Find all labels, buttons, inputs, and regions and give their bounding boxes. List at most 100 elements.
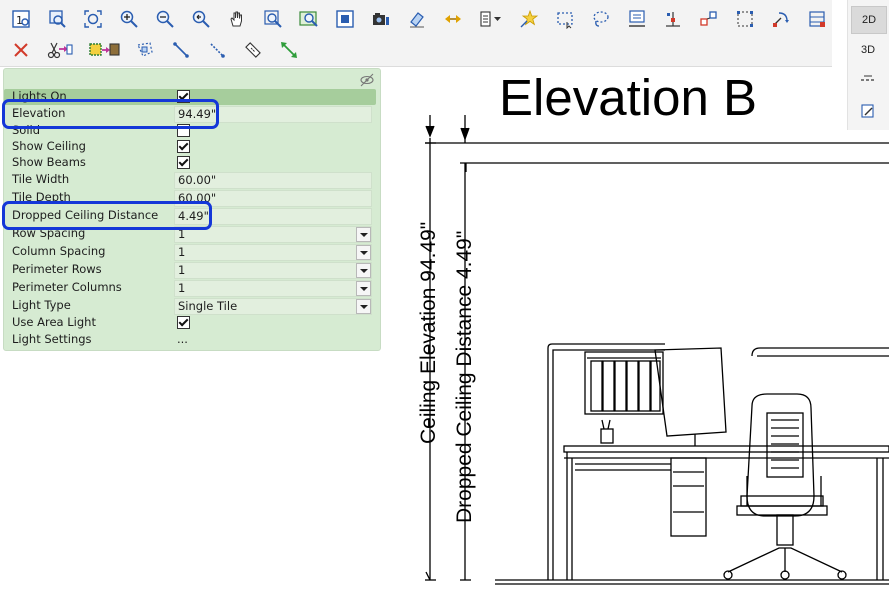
zoom-all-icon bbox=[47, 9, 67, 29]
align-objects-button[interactable] bbox=[694, 5, 724, 33]
elevation-callout bbox=[2, 99, 219, 129]
prop-label: Column Spacing bbox=[12, 244, 106, 258]
star-select-button[interactable] bbox=[514, 5, 544, 33]
prop-row-use-area-light: Use Area Light bbox=[4, 314, 380, 331]
anchor-point-button[interactable] bbox=[658, 5, 688, 33]
light-type-value: Single Tile bbox=[178, 299, 238, 313]
toolbar: 1 bbox=[0, 0, 832, 67]
prop-row-show-beams: Show Beams bbox=[4, 154, 380, 171]
chevron-down-icon[interactable] bbox=[356, 245, 371, 260]
zoom-all-button[interactable] bbox=[42, 5, 72, 33]
dimension-dotted-icon bbox=[207, 40, 227, 60]
delete-button[interactable] bbox=[6, 36, 36, 64]
camera-icon bbox=[371, 9, 391, 29]
prop-row-light-settings: Light Settings ... bbox=[4, 331, 380, 348]
dimension-line-button[interactable] bbox=[166, 36, 196, 64]
perimeter-rows-select[interactable]: 1 bbox=[174, 262, 372, 279]
hide-panel-icon[interactable] bbox=[359, 72, 375, 87]
tile-width-value: 60.00" bbox=[178, 173, 217, 187]
zoom-window-icon bbox=[263, 9, 283, 29]
cut-paste-icon bbox=[47, 40, 73, 60]
align-objects-icon bbox=[699, 9, 719, 29]
zoom-window-button[interactable] bbox=[258, 5, 288, 33]
measure-button[interactable] bbox=[238, 36, 268, 64]
prop-label: Light Type bbox=[12, 298, 71, 312]
render-button[interactable]: 1 bbox=[6, 5, 36, 33]
zoom-previous-icon bbox=[191, 9, 211, 29]
rotate-icon bbox=[771, 9, 791, 29]
prop-row-light-type: Light Type Single Tile bbox=[4, 297, 380, 315]
group-button[interactable] bbox=[730, 5, 760, 33]
move-arrows-icon bbox=[443, 9, 463, 29]
prop-row-column-spacing: Column Spacing 1 bbox=[4, 243, 380, 261]
tile-width-field[interactable]: 60.00" bbox=[174, 172, 372, 189]
chevron-down-icon[interactable] bbox=[356, 299, 371, 314]
group-icon bbox=[735, 9, 755, 29]
rectangle-select-button[interactable] bbox=[550, 5, 580, 33]
cut-paste-button[interactable] bbox=[42, 36, 78, 64]
move-arrows-button[interactable] bbox=[438, 5, 468, 33]
dropped-ceiling-dimension: Dropped Ceiling Distance 4.49" bbox=[453, 230, 476, 523]
layers-dropdown-icon bbox=[479, 9, 503, 29]
stretch-button[interactable] bbox=[274, 36, 304, 64]
ceiling-elevation-dimension: Ceiling Elevation 94.49" bbox=[417, 221, 440, 444]
light-type-select[interactable]: Single Tile bbox=[174, 298, 372, 315]
area-select-button[interactable] bbox=[802, 5, 832, 33]
pan-hand-icon bbox=[227, 9, 247, 29]
zoom-selection-button[interactable] bbox=[294, 5, 324, 33]
polygon-select-icon bbox=[135, 40, 155, 60]
rotate-button[interactable] bbox=[766, 5, 796, 33]
elevation-drawing: Elevation B Ceiling Elevation 94.49" Dro… bbox=[395, 66, 889, 606]
chevron-down-icon[interactable] bbox=[356, 227, 371, 242]
prop-row-perimeter-rows: Perimeter Rows 1 bbox=[4, 261, 380, 279]
perimeter-rows-value: 1 bbox=[178, 263, 186, 277]
fit-page-icon bbox=[335, 9, 355, 29]
dimension-dotted-button[interactable] bbox=[202, 36, 232, 64]
rectangle-select-icon bbox=[555, 9, 575, 29]
zoom-out-button[interactable] bbox=[150, 5, 180, 33]
zoom-in-icon bbox=[119, 9, 139, 29]
show-beams-checkbox[interactable] bbox=[177, 156, 190, 169]
show-ceiling-checkbox[interactable] bbox=[177, 140, 190, 153]
erase-icon bbox=[407, 9, 427, 29]
zoom-extents-button[interactable] bbox=[78, 5, 108, 33]
edit-properties-button[interactable] bbox=[622, 5, 652, 33]
prop-label: Perimeter Columns bbox=[12, 280, 122, 294]
render-icon: 1 bbox=[11, 9, 31, 29]
polygon-select-button[interactable] bbox=[130, 36, 160, 64]
area-select-icon bbox=[807, 9, 827, 29]
camera-button[interactable] bbox=[366, 5, 396, 33]
lasso-select-icon bbox=[591, 9, 611, 29]
prop-label: Perimeter Rows bbox=[12, 262, 102, 276]
layers-dropdown-button[interactable] bbox=[474, 5, 508, 33]
perimeter-columns-value: 1 bbox=[178, 281, 186, 295]
prop-row-perimeter-columns: Perimeter Columns 1 bbox=[4, 279, 380, 297]
chevron-down-icon[interactable] bbox=[356, 263, 371, 278]
stretch-icon bbox=[279, 40, 299, 60]
toolbar-row-1: 1 bbox=[6, 4, 838, 34]
replace-button[interactable] bbox=[84, 36, 124, 64]
measure-icon bbox=[243, 40, 263, 60]
zoom-in-button[interactable] bbox=[114, 5, 144, 33]
zoom-selection-icon bbox=[299, 9, 319, 29]
column-spacing-value: 1 bbox=[178, 245, 186, 259]
dimension-line-icon bbox=[171, 40, 191, 60]
edit-properties-icon bbox=[627, 9, 647, 29]
perimeter-columns-select[interactable]: 1 bbox=[174, 280, 372, 297]
zoom-extents-icon bbox=[83, 9, 103, 29]
column-spacing-select[interactable]: 1 bbox=[174, 244, 372, 261]
use-area-light-checkbox[interactable] bbox=[177, 316, 190, 329]
view-3d-button[interactable]: 3D bbox=[851, 37, 885, 63]
erase-button[interactable] bbox=[402, 5, 432, 33]
view-2d-button[interactable]: 2D bbox=[851, 6, 887, 34]
fit-page-button[interactable] bbox=[330, 5, 360, 33]
pan-button[interactable] bbox=[222, 5, 252, 33]
zoom-previous-button[interactable] bbox=[186, 5, 216, 33]
chevron-down-icon[interactable] bbox=[356, 281, 371, 296]
light-settings-button[interactable]: ... bbox=[177, 332, 188, 346]
lasso-select-button[interactable] bbox=[586, 5, 616, 33]
prop-row-show-ceiling: Show Ceiling bbox=[4, 138, 380, 155]
prop-label: Show Ceiling bbox=[12, 139, 86, 153]
prop-row-tile-width: Tile Width 60.00" bbox=[4, 171, 380, 189]
prop-label: Tile Width bbox=[12, 172, 70, 186]
